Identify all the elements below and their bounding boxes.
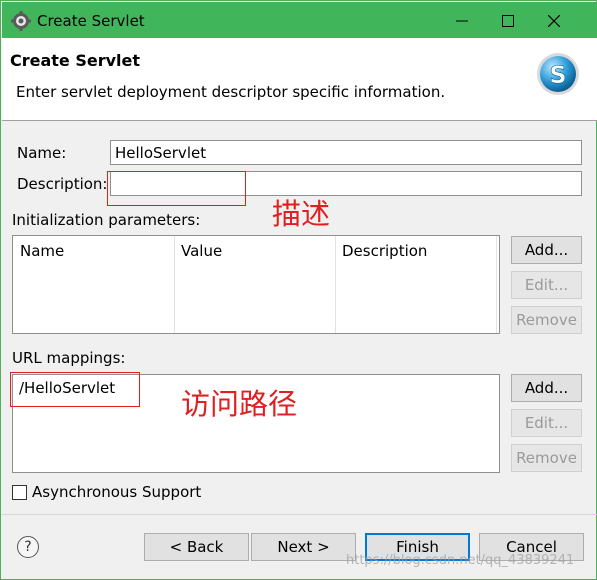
servlet-logo-icon: S <box>535 51 581 97</box>
url-remove-button[interactable]: Remove <box>511 444 582 472</box>
init-params-table[interactable]: Name Value Description <box>12 235 500 334</box>
back-button[interactable]: < Back <box>144 533 249 561</box>
name-label: Name: <box>17 144 67 162</box>
svg-text:S: S <box>549 61 566 89</box>
page-title: Create Servlet <box>10 51 141 70</box>
minimize-button[interactable] <box>439 6 485 36</box>
description-label: Description: <box>17 175 108 193</box>
init-params-label: Initialization parameters: <box>12 211 201 229</box>
async-support-checkbox[interactable] <box>12 485 27 500</box>
help-icon: ? <box>24 539 32 555</box>
dialog-window: Create Servlet Create Servlet Enter serv… <box>0 0 597 580</box>
help-button[interactable]: ? <box>17 536 39 558</box>
column-divider <box>335 236 336 333</box>
column-header-description[interactable]: Description <box>342 242 427 260</box>
wizard-header: Create Servlet Enter servlet deployment … <box>2 38 597 121</box>
url-add-button[interactable]: Add... <box>511 374 582 402</box>
close-icon <box>548 15 560 27</box>
description-annotation: 描述 <box>272 197 331 231</box>
url-annotation: 访问路径 <box>181 387 298 421</box>
minimize-icon <box>456 20 468 22</box>
eclipse-gear-icon <box>11 11 31 31</box>
page-description: Enter servlet deployment descriptor spec… <box>16 83 446 101</box>
divider <box>2 514 597 515</box>
watermark: https://blog.csdn.net/qq_43839241 <box>346 553 575 568</box>
column-divider <box>174 236 175 333</box>
maximize-icon <box>502 15 514 27</box>
description-highlight-box <box>107 171 246 206</box>
async-support-label[interactable]: Asynchronous Support <box>32 482 201 502</box>
init-add-button[interactable]: Add... <box>511 236 582 264</box>
title-bar[interactable]: Create Servlet <box>2 2 597 38</box>
name-input[interactable]: HelloServlet <box>110 140 582 165</box>
url-edit-button[interactable]: Edit... <box>511 409 582 437</box>
column-divider <box>496 236 497 333</box>
maximize-button[interactable] <box>485 6 531 36</box>
url-mappings-label: URL mappings: <box>12 349 126 367</box>
init-remove-button[interactable]: Remove <box>511 306 582 334</box>
init-edit-button[interactable]: Edit... <box>511 271 582 299</box>
url-highlight-box <box>10 372 140 407</box>
column-header-value[interactable]: Value <box>181 242 222 260</box>
column-header-name[interactable]: Name <box>20 242 64 260</box>
window-title: Create Servlet <box>37 12 145 30</box>
next-button[interactable]: Next > <box>251 533 356 561</box>
close-button[interactable] <box>531 6 577 36</box>
